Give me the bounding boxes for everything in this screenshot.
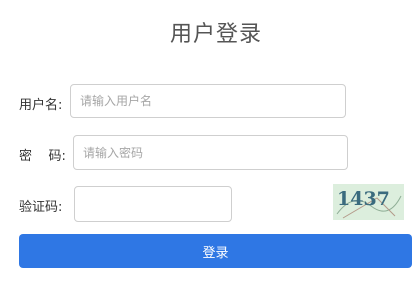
username-label: 用户名: (19, 98, 63, 113)
username-input[interactable] (70, 84, 346, 118)
password-input[interactable] (73, 135, 348, 170)
captcha-text: 1437 (337, 188, 390, 210)
captcha-image[interactable]: 1437 (333, 184, 404, 220)
login-button[interactable]: 登录 (19, 234, 412, 268)
captcha-label: 验证码: (19, 200, 63, 215)
password-label: 密 码: (19, 149, 66, 164)
captcha-input[interactable] (74, 186, 232, 222)
page-title: 用户登录 (169, 22, 262, 47)
